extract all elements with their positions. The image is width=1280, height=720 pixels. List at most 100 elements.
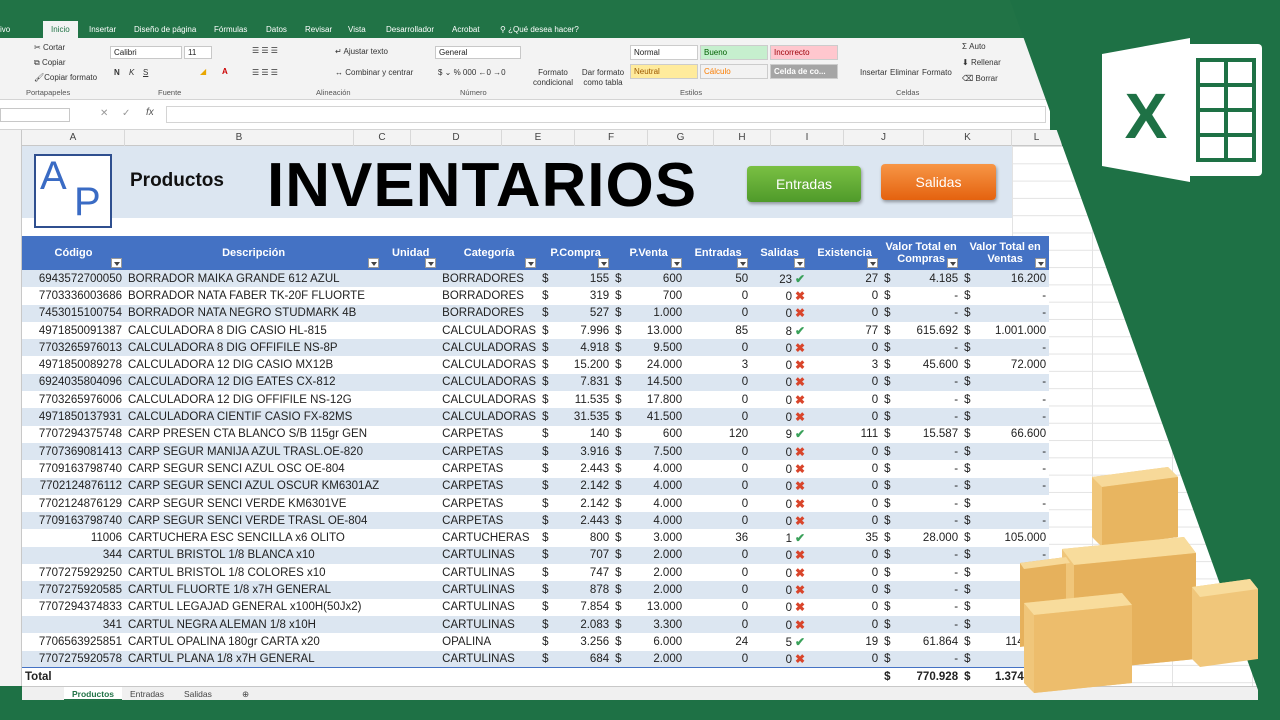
entradas-cell[interactable]: 0 (685, 373, 752, 392)
valor-compras-cell[interactable]: $ - (881, 477, 962, 495)
p-venta-cell[interactable]: $24.000 (612, 356, 686, 374)
tab-insertar[interactable]: Insertar (89, 21, 116, 38)
existencia-cell[interactable]: 0 (808, 460, 882, 478)
col-header-e[interactable]: E (502, 130, 575, 146)
salidas-cell[interactable]: 9 ✔ (751, 425, 809, 443)
unidad-cell[interactable] (382, 391, 440, 409)
entradas-cell[interactable]: 36 (685, 529, 752, 547)
italic-button[interactable]: K (129, 68, 134, 77)
descripcion-cell[interactable]: CARP SEGUR MANIJA AZUL TRASL.OE-820 (125, 442, 383, 461)
entradas-cell[interactable]: 0 (685, 460, 752, 478)
valor-compras-cell[interactable]: $ - (881, 564, 962, 582)
salidas-cell[interactable]: 0 ✖ (751, 494, 809, 513)
salidas-cell[interactable]: 1 ✔ (751, 529, 809, 547)
valor-ventas-cell[interactable]: $- (961, 339, 1050, 357)
descripcion-cell[interactable]: CARTUL BRISTOL 1/8 BLANCA x10 (125, 546, 383, 565)
existencia-cell[interactable]: 0 (808, 339, 882, 357)
unidad-cell[interactable] (382, 356, 440, 374)
descripcion-cell[interactable]: CARTUL LEGAJAD GENERAL x100H(50Jx2) (125, 598, 383, 616)
existencia-cell[interactable]: 0 (808, 442, 882, 461)
existencia-cell[interactable]: 0 (808, 650, 882, 668)
total-compras-cell[interactable]: $770.928 (881, 667, 962, 686)
style-bueno[interactable]: Bueno (700, 45, 768, 60)
descripcion-cell[interactable]: CARP SEGUR SENCI VERDE KM6301VE (125, 494, 383, 513)
p-venta-cell[interactable]: $2.000 (612, 546, 686, 565)
salidas-cell[interactable]: 0 ✖ (751, 373, 809, 392)
p-venta-cell[interactable]: $1.000 (612, 304, 686, 322)
valor-ventas-cell[interactable]: $- (961, 304, 1050, 322)
filter-dropdown-icon[interactable] (947, 258, 959, 268)
format-cells-button[interactable]: Formato (922, 68, 952, 77)
codigo-cell[interactable]: 7703265976013 (22, 339, 125, 357)
salidas-cell[interactable]: 0 ✖ (751, 546, 809, 565)
valor-compras-cell[interactable]: $ - (881, 615, 962, 634)
p-venta-cell[interactable]: $2.000 (612, 581, 686, 599)
unidad-cell[interactable] (382, 529, 440, 547)
existencia-cell[interactable]: 0 (808, 287, 882, 305)
salidas-cell[interactable]: 5 ✔ (751, 633, 809, 651)
valor-compras-cell[interactable]: $ - (881, 287, 962, 305)
salidas-cell[interactable]: 0 ✖ (751, 460, 809, 478)
descripcion-cell[interactable]: CARP SEGUR SENCI AZUL OSCUR KM6301AZ (125, 477, 383, 495)
salidas-cell[interactable]: 0 ✖ (751, 339, 809, 357)
valor-ventas-cell[interactable]: $- (961, 408, 1050, 426)
autosum-button[interactable]: Σ Auto (962, 42, 986, 51)
categoria-cell[interactable]: CARPETAS (439, 460, 540, 478)
col-header-g[interactable]: G (648, 130, 714, 146)
col-header-c[interactable]: C (354, 130, 411, 146)
p-compra-cell[interactable]: $7.831 (539, 373, 613, 392)
categoria-cell[interactable]: BORRADORES (439, 304, 540, 322)
p-compra-cell[interactable]: $11.535 (539, 391, 613, 409)
filter-dropdown-icon[interactable] (368, 258, 380, 268)
p-venta-cell[interactable]: $3.000 (612, 529, 686, 547)
unidad-cell[interactable] (382, 494, 440, 513)
col-header-l[interactable]: L (1012, 130, 1062, 146)
p-compra-cell[interactable]: $684 (539, 650, 613, 668)
p-venta-cell[interactable]: $7.500 (612, 442, 686, 461)
p-venta-cell[interactable]: $3.300 (612, 615, 686, 634)
valor-compras-cell[interactable]: $ - (881, 408, 962, 426)
p-venta-cell[interactable]: $4.000 (612, 477, 686, 495)
style-normal[interactable]: Normal (630, 45, 698, 60)
categoria-cell[interactable]: CARTULINAS (439, 598, 540, 616)
valor-ventas-cell[interactable]: $16.200 (961, 270, 1050, 288)
descripcion-cell[interactable]: CALCULADORA 12 DIG OFFIFILE NS-12G (125, 391, 383, 409)
unidad-cell[interactable] (382, 650, 440, 668)
codigo-cell[interactable]: 11006 (22, 529, 125, 547)
p-venta-cell[interactable]: $2.000 (612, 564, 686, 582)
existencia-cell[interactable]: 0 (808, 494, 882, 513)
sheet-tab-entradas[interactable]: Entradas (122, 687, 172, 701)
descripcion-cell[interactable]: CARTUCHERA ESC SENCILLA x6 OLITO (125, 529, 383, 547)
codigo-cell[interactable]: 7707275920585 (22, 581, 125, 599)
style-incorrecto[interactable]: Incorrecto (770, 45, 838, 60)
codigo-cell[interactable]: 7709163798740 (22, 460, 125, 478)
descripcion-cell[interactable]: CARTUL PLANA 1/8 x7H GENERAL (125, 650, 383, 668)
p-compra-cell[interactable]: $2.142 (539, 477, 613, 495)
p-venta-cell[interactable]: $17.800 (612, 391, 686, 409)
col-header-b[interactable]: B (125, 130, 354, 146)
p-compra-cell[interactable]: $800 (539, 529, 613, 547)
salidas-cell[interactable]: 0 ✖ (751, 304, 809, 322)
unidad-cell[interactable] (382, 442, 440, 461)
col-header-h[interactable]: H (714, 130, 771, 146)
codigo-cell[interactable]: 4971850091387 (22, 321, 125, 340)
salidas-cell[interactable]: 0 ✖ (751, 581, 809, 599)
p-compra-cell[interactable]: $2.083 (539, 615, 613, 634)
valor-compras-cell[interactable]: $ - (881, 391, 962, 409)
p-compra-cell[interactable]: $155 (539, 270, 613, 288)
categoria-cell[interactable]: CARTULINAS (439, 564, 540, 582)
codigo-cell[interactable]: 7702124876112 (22, 477, 125, 495)
col-header-categoria[interactable]: Categoría (439, 236, 540, 270)
p-compra-cell[interactable]: $7.854 (539, 598, 613, 616)
entradas-cell[interactable]: 85 (685, 321, 752, 340)
categoria-cell[interactable]: CALCULADORAS (439, 373, 540, 392)
valor-compras-cell[interactable]: $4.185 (881, 270, 962, 288)
salidas-cell[interactable]: 0 ✖ (751, 442, 809, 461)
existencia-cell[interactable]: 19 (808, 633, 882, 651)
codigo-cell[interactable]: 7703265976006 (22, 391, 125, 409)
valor-ventas-cell[interactable]: $1.001.000 (961, 321, 1050, 340)
align-top-icon[interactable]: ☰ ☰ ☰ (252, 46, 278, 55)
valor-compras-cell[interactable]: $45.600 (881, 356, 962, 374)
p-venta-cell[interactable]: $9.500 (612, 339, 686, 357)
valor-ventas-cell[interactable]: $- (961, 442, 1050, 461)
